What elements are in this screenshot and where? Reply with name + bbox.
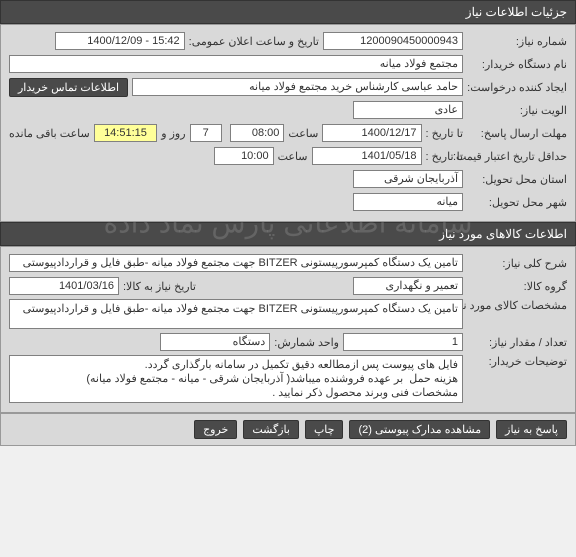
label-time-2: ساعت bbox=[278, 150, 308, 163]
row-province: استان محل تحویل: آذربایجان شرقی bbox=[9, 169, 567, 189]
label-spec: مشخصات کالای مورد نیاز: bbox=[467, 299, 567, 312]
label-time-1: ساعت bbox=[288, 127, 318, 140]
field-reply-to-date: 1400/12/17 bbox=[322, 124, 421, 142]
row-buyer-name: نام دستگاه خریدار: مجتمع فولاد میانه bbox=[9, 54, 567, 74]
label-buyer-name: نام دستگاه خریدار: bbox=[467, 58, 567, 71]
field-days-left: 7 bbox=[190, 124, 222, 142]
label-to-date-2: تا تاریخ : bbox=[426, 150, 463, 163]
field-spec: تامین یک دستگاه کمپرسورپیستونی BITZER جه… bbox=[9, 299, 463, 329]
label-time-remaining: ساعت باقی مانده bbox=[9, 127, 90, 140]
field-reply-time: 08:00 bbox=[230, 124, 285, 142]
label-ann-datetime: تاریخ و ساعت اعلان عمومی: bbox=[189, 35, 319, 48]
field-countdown: 14:51:15 bbox=[94, 124, 158, 142]
field-qty: 1 bbox=[343, 333, 463, 351]
label-unit: واحد شمارش: bbox=[274, 336, 339, 349]
row-buyer-notes: توضیحات خریدار: فایل های پیوست پس ازمطال… bbox=[9, 355, 567, 403]
label-summary: شرح کلی نیاز: bbox=[467, 257, 567, 270]
label-qty: تعداد / مقدار نیاز: bbox=[467, 336, 567, 349]
exit-button[interactable]: خروج bbox=[194, 420, 237, 439]
row-requester: ایجاد کننده درخواست: حامد عباسی کارشناس … bbox=[9, 77, 567, 97]
action-bar: پاسخ به نیاز مشاهده مدارک پیوستی (2) چاپ… bbox=[0, 413, 576, 446]
field-need-no: 1200090450000943 bbox=[323, 32, 463, 50]
field-need-date: 1401/03/16 bbox=[9, 277, 119, 295]
label-need-date: تاریخ نیاز به کالا: bbox=[123, 280, 196, 293]
row-reply-deadline: مهلت ارسال پاسخ: تا تاریخ : 1400/12/17 س… bbox=[9, 123, 567, 143]
field-validity-to-date: 1401/05/18 bbox=[312, 147, 422, 165]
field-validity-time: 10:00 bbox=[214, 147, 274, 165]
goods-info-header: اطلاعات کالاهای مورد نیاز bbox=[0, 222, 576, 246]
label-to-date-1: تا تاریخ : bbox=[426, 127, 463, 140]
field-requester: حامد عباسی کارشناس خرید مجتمع فولاد میان… bbox=[132, 78, 463, 96]
row-qty: تعداد / مقدار نیاز: 1 واحد شمارش: دستگاه bbox=[9, 332, 567, 352]
goods-info-panel: شرح کلی نیاز: تامین یک دستگاه کمپرسورپیس… bbox=[0, 246, 576, 413]
label-buyer-notes: توضیحات خریدار: bbox=[467, 355, 567, 368]
field-group: تعمیر و نگهداری bbox=[353, 277, 463, 295]
label-price-validity: حداقل تاریخ اعتبار قیمت: bbox=[467, 150, 567, 163]
field-summary: تامین یک دستگاه کمپرسورپیستونی BITZER جه… bbox=[9, 254, 463, 272]
row-summary: شرح کلی نیاز: تامین یک دستگاه کمپرسورپیس… bbox=[9, 253, 567, 273]
print-button[interactable]: چاپ bbox=[305, 420, 344, 439]
view-attachments-button[interactable]: مشاهده مدارک پیوستی (2) bbox=[349, 420, 490, 439]
field-priority: عادی bbox=[353, 101, 463, 119]
row-need-no: شماره نیاز: 1200090450000943 تاریخ و ساع… bbox=[9, 31, 567, 51]
label-city: شهر محل تحویل: bbox=[467, 196, 567, 209]
row-priority: الویت نیاز: عادی bbox=[9, 100, 567, 120]
label-need-no: شماره نیاز: bbox=[467, 35, 567, 48]
row-group: گروه کالا: تعمیر و نگهداری تاریخ نیاز به… bbox=[9, 276, 567, 296]
label-province: استان محل تحویل: bbox=[467, 173, 567, 186]
field-ann-datetime: 15:42 - 1400/12/09 bbox=[55, 32, 185, 50]
row-city: شهر محل تحویل: میانه bbox=[9, 192, 567, 212]
row-price-validity: حداقل تاریخ اعتبار قیمت: تا تاریخ : 1401… bbox=[9, 146, 567, 166]
back-button[interactable]: بازگشت bbox=[243, 420, 299, 439]
field-buyer-name: مجتمع فولاد میانه bbox=[9, 55, 463, 73]
need-details-header: جزئیات اطلاعات نیاز bbox=[0, 0, 576, 24]
label-requester: ایجاد کننده درخواست: bbox=[467, 81, 567, 94]
field-unit: دستگاه bbox=[160, 333, 270, 351]
label-days-and: روز و bbox=[161, 127, 185, 140]
field-province: آذربایجان شرقی bbox=[353, 170, 463, 188]
need-details-panel: شماره نیاز: 1200090450000943 تاریخ و ساع… bbox=[0, 24, 576, 222]
field-buyer-notes: فایل های پیوست پس ازمطالعه دقیق تکمیل در… bbox=[9, 355, 463, 403]
field-city: میانه bbox=[353, 193, 463, 211]
label-reply-deadline: مهلت ارسال پاسخ: bbox=[467, 127, 567, 140]
buyer-contact-button[interactable]: اطلاعات تماس خریدار bbox=[9, 78, 128, 97]
row-spec: مشخصات کالای مورد نیاز: تامین یک دستگاه … bbox=[9, 299, 567, 329]
label-group: گروه کالا: bbox=[467, 280, 567, 293]
label-priority: الویت نیاز: bbox=[467, 104, 567, 117]
reply-button[interactable]: پاسخ به نیاز bbox=[496, 420, 567, 439]
